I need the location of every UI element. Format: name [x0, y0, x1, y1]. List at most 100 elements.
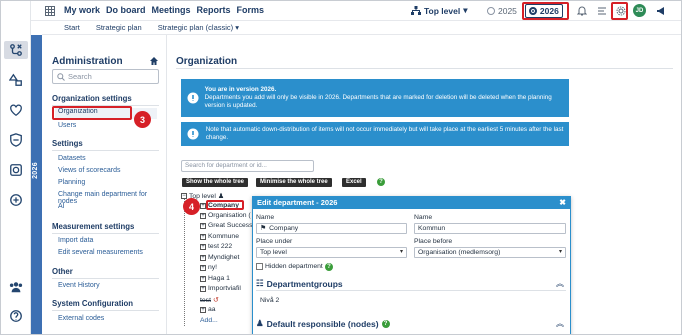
tree-line	[184, 198, 185, 326]
chevron-down-icon: ▾	[399, 249, 403, 255]
year-option-2025[interactable]: 2025	[487, 6, 517, 16]
strategy-map-icon[interactable]	[4, 41, 28, 59]
level-selector[interactable]: Top level ▾	[411, 5, 468, 16]
sidebar-title: Administration	[52, 56, 123, 67]
show-tree-button[interactable]: Show the whole tree	[182, 178, 249, 187]
tree-node[interactable]: + ny!	[200, 264, 217, 271]
shield-icon[interactable]	[7, 131, 25, 149]
sidebar-item-ai[interactable]: AI	[58, 203, 65, 210]
expand-icon: +	[200, 222, 206, 229]
help-icon[interactable]: ?	[381, 319, 390, 328]
expand-icon: +	[200, 243, 206, 250]
divider	[52, 233, 159, 234]
info-icon	[181, 92, 205, 104]
collapse-chevron-icon[interactable]: ︽	[556, 278, 564, 289]
level-text: Nivå 2	[260, 297, 280, 304]
home-icon[interactable]	[149, 56, 159, 66]
nav-reports[interactable]: Reports	[197, 5, 231, 15]
hidden-department-checkbox[interactable]	[256, 263, 263, 270]
radio-icon	[487, 7, 495, 15]
nav-my-work[interactable]: My work	[64, 5, 100, 15]
minimise-tree-button[interactable]: Minimise the whole tree	[256, 178, 332, 187]
place-under-label: Place under	[256, 238, 293, 245]
search-icon	[57, 72, 65, 81]
users-group-icon[interactable]	[7, 278, 25, 296]
sidebar-item-import-data[interactable]: Import data	[58, 237, 93, 244]
chevron-down-icon: ▾	[463, 5, 468, 15]
expand-icon: +	[200, 233, 206, 240]
add-circle-icon[interactable]	[7, 191, 25, 209]
alert-text: Note that automatic down-distribution of…	[205, 126, 564, 141]
tree-node-deleted[interactable]: test ↺	[200, 296, 219, 305]
tree-node[interactable]: + Kommune	[200, 233, 239, 240]
tree-add-link[interactable]: Add...	[200, 317, 218, 324]
sidebar-item-users[interactable]: Users	[58, 122, 76, 129]
megaphone-icon[interactable]	[655, 5, 667, 17]
departmentgroups-section[interactable]: ☷ Departmentgroups	[256, 278, 343, 289]
tree-node[interactable]: + Myndighet	[200, 254, 239, 261]
main-nav: My work Do board Meetings Reports Forms	[64, 5, 264, 15]
place-before-select[interactable]: Organisation (medlemsorg) ▾	[414, 247, 566, 258]
nav-meetings[interactable]: Meetings	[152, 5, 191, 15]
subnav-strategic-plan[interactable]: Strategic plan	[96, 23, 142, 32]
sidebar-item-datasets[interactable]: Datasets	[58, 155, 86, 162]
restore-icon: ↺	[212, 297, 219, 304]
divider	[52, 310, 159, 311]
tree-node[interactable]: + Organisation (	[200, 212, 251, 219]
tree-node[interactable]: + Importviafil	[200, 285, 241, 292]
collapse-icon: −	[181, 193, 187, 199]
collapse-chevron-icon[interactable]: ︽	[556, 318, 564, 329]
expand-icon: +	[200, 285, 206, 292]
department-search-input[interactable]: Search for department or id...	[181, 160, 314, 172]
name2-field[interactable]: Kommun	[414, 223, 566, 234]
place-under-select[interactable]: Top level ▾	[256, 247, 407, 258]
help-icon[interactable]: ?	[377, 178, 385, 186]
avatar[interactable]: JD	[633, 4, 646, 17]
list-icon[interactable]	[596, 5, 608, 17]
expand-icon: +	[200, 275, 206, 282]
chevron-down-icon: ▾	[558, 249, 562, 255]
sub-nav: Start Strategic plan Strategic plan (cla…	[42, 21, 681, 35]
name2-label: Name	[414, 214, 433, 221]
nav-forms[interactable]: Forms	[237, 5, 265, 15]
bell-icon[interactable]	[576, 5, 588, 17]
search-audit-icon[interactable]	[7, 161, 25, 179]
subnav-strategic-plan-classic[interactable]: Strategic plan (classic) ▾	[158, 23, 239, 32]
expand-icon: +	[200, 264, 206, 271]
sidebar-item-change-main-department[interactable]: Change main department for nodes	[58, 191, 166, 205]
sidebar-search-input[interactable]: Search	[52, 69, 159, 84]
tree-node[interactable]: + test 222	[200, 243, 232, 250]
help-circle-icon[interactable]	[7, 307, 25, 325]
expand-icon: +	[200, 306, 206, 313]
tree-node[interactable]: + aa	[200, 306, 216, 313]
admin-sidebar: Administration Search Organization setti…	[42, 35, 167, 334]
name-label: Name	[256, 214, 275, 221]
annotation-badge-4: 4	[183, 198, 200, 215]
close-icon[interactable]: ✖	[559, 197, 566, 209]
name-field[interactable]: ⚑ Company	[256, 223, 407, 234]
sidebar-item-external-codes[interactable]: External codes	[58, 315, 104, 322]
page-title: Organization	[176, 56, 238, 67]
expand-icon: +	[200, 212, 206, 219]
heart-pulse-icon[interactable]	[7, 101, 25, 119]
divider	[256, 290, 566, 291]
divider	[52, 150, 159, 151]
sidebar-item-planning[interactable]: Planning	[58, 179, 85, 186]
divider	[52, 278, 159, 279]
excel-button[interactable]: Excel	[342, 178, 366, 187]
annotation-badge-3: 3	[134, 111, 151, 128]
nav-do-board[interactable]: Do board	[106, 5, 146, 15]
tree-node[interactable]: + Haga 1	[200, 275, 230, 282]
apps-grid-icon[interactable]	[45, 6, 55, 16]
default-responsible-section[interactable]: ♟ Default responsible (nodes)?	[256, 318, 390, 329]
user-icon: ♟	[256, 318, 264, 328]
help-icon[interactable]: ?	[325, 263, 333, 271]
sidebar-item-views-of-scorecards[interactable]: Views of scorecards	[58, 167, 121, 174]
tree-node[interactable]: + Great Success	[200, 222, 253, 229]
info-icon	[181, 128, 206, 140]
sidebar-item-edit-several-measurements[interactable]: Edit several measurements	[58, 249, 143, 256]
sidebar-item-event-history[interactable]: Event History	[58, 282, 100, 289]
app-window: 2026 My work Do board Meetings Reports F…	[0, 0, 682, 335]
subnav-start[interactable]: Start	[64, 23, 80, 32]
shapes-icon[interactable]	[7, 71, 25, 89]
